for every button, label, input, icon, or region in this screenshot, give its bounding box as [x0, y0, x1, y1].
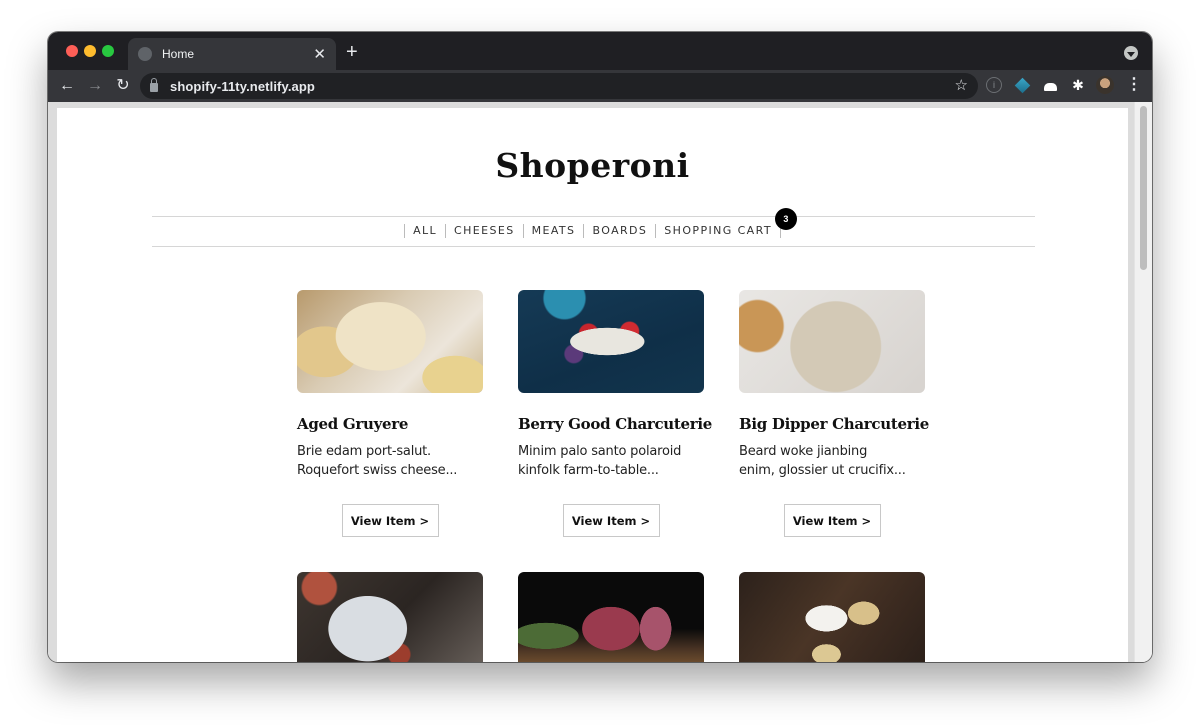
product-title: Big Dipper Charcuterie — [739, 415, 929, 433]
close-tab-icon[interactable]: ✕ — [313, 47, 326, 62]
nav-divider-bottom — [152, 246, 1035, 247]
product-title: Aged Gruyere — [297, 415, 409, 433]
lock-icon[interactable] — [150, 78, 158, 92]
back-button[interactable]: ← — [56, 75, 78, 97]
product-card: Berry Good Charcuterie Minim palo santo … — [518, 290, 713, 537]
tab-search-icon[interactable] — [1124, 46, 1138, 60]
scrollbar-thumb[interactable] — [1140, 106, 1147, 270]
product-description: Brie edam port-salut. Roquefort swiss ch… — [297, 444, 458, 478]
browser-menu-icon[interactable]: ⋮ — [1126, 75, 1142, 95]
reload-button[interactable]: ↻ — [112, 75, 134, 97]
info-extension-icon[interactable]: i — [986, 77, 1002, 93]
product-card — [518, 572, 704, 662]
minimize-window-button[interactable] — [84, 45, 96, 57]
product-title: Berry Good Charcuterie — [518, 415, 713, 433]
tab-bar: Home ✕ + — [48, 32, 1152, 70]
product-image[interactable] — [297, 290, 483, 393]
diamond-extension-icon[interactable] — [1014, 77, 1030, 93]
close-window-button[interactable] — [66, 45, 78, 57]
site-nav: ALL CHEESES MEATS BOARDS SHOPPING CART 3 — [57, 208, 1128, 238]
product-card — [297, 572, 483, 662]
product-card: Big Dipper Charcuterie Beard woke jianbi… — [739, 290, 929, 537]
bookmark-star-icon[interactable]: ☆ — [955, 76, 968, 94]
product-image[interactable] — [518, 572, 704, 662]
web-page: Shoperoni ALL CHEESES MEATS BOARDS SHOPP… — [57, 108, 1128, 662]
product-description: Beard woke jianbing enim, glossier ut cr… — [739, 444, 906, 478]
nav-divider-top — [152, 216, 1035, 217]
tab-home[interactable]: Home ✕ — [128, 38, 336, 70]
maximize-window-button[interactable] — [102, 45, 114, 57]
browser-toolbar: ← → ↻ shopify-11ty.netlify.app ☆ i ✱ ⋮ — [48, 70, 1152, 102]
product-description: Minim palo santo polaroid kinfolk farm-t… — [518, 444, 682, 478]
product-grid: Aged Gruyere Brie edam port-salut. Roque… — [297, 290, 929, 662]
site-title[interactable]: Shoperoni — [57, 146, 1128, 185]
product-image[interactable] — [297, 572, 483, 662]
tab-title: Home — [162, 47, 195, 61]
product-image[interactable] — [518, 290, 704, 393]
product-card — [739, 572, 925, 662]
forward-button[interactable]: → — [84, 75, 106, 97]
globe-icon — [138, 47, 152, 61]
cart-count-badge: 3 — [774, 208, 797, 230]
page-viewport: Shoperoni ALL CHEESES MEATS BOARDS SHOPP… — [48, 102, 1152, 662]
product-image[interactable] — [739, 572, 925, 662]
extensions-puzzle-icon[interactable]: ✱ — [1070, 77, 1086, 93]
cart-label: SHOPPING CART — [664, 224, 772, 237]
address-bar[interactable]: shopify-11ty.netlify.app ☆ — [140, 73, 978, 99]
nav-link-all[interactable]: ALL — [404, 224, 445, 238]
view-item-button[interactable]: View Item > — [562, 504, 660, 537]
view-item-button[interactable]: View Item > — [341, 504, 439, 537]
cloud-extension-icon[interactable] — [1042, 77, 1058, 93]
nav-link-shopping-cart[interactable]: SHOPPING CART 3 — [655, 208, 797, 238]
url-text[interactable]: shopify-11ty.netlify.app — [170, 79, 315, 94]
product-image[interactable] — [739, 290, 925, 393]
profile-avatar[interactable] — [1096, 76, 1114, 94]
nav-link-boards[interactable]: BOARDS — [583, 224, 655, 238]
nav-link-meats[interactable]: MEATS — [522, 224, 584, 238]
view-item-button[interactable]: View Item > — [783, 504, 881, 537]
new-tab-button[interactable]: + — [346, 42, 358, 62]
product-card: Aged Gruyere Brie edam port-salut. Roque… — [297, 290, 483, 537]
nav-link-cheeses[interactable]: CHEESES — [445, 224, 523, 238]
browser-window: Home ✕ + ← → ↻ shopify-11ty.netlify.app … — [48, 32, 1152, 662]
vertical-scrollbar[interactable] — [1134, 102, 1152, 662]
